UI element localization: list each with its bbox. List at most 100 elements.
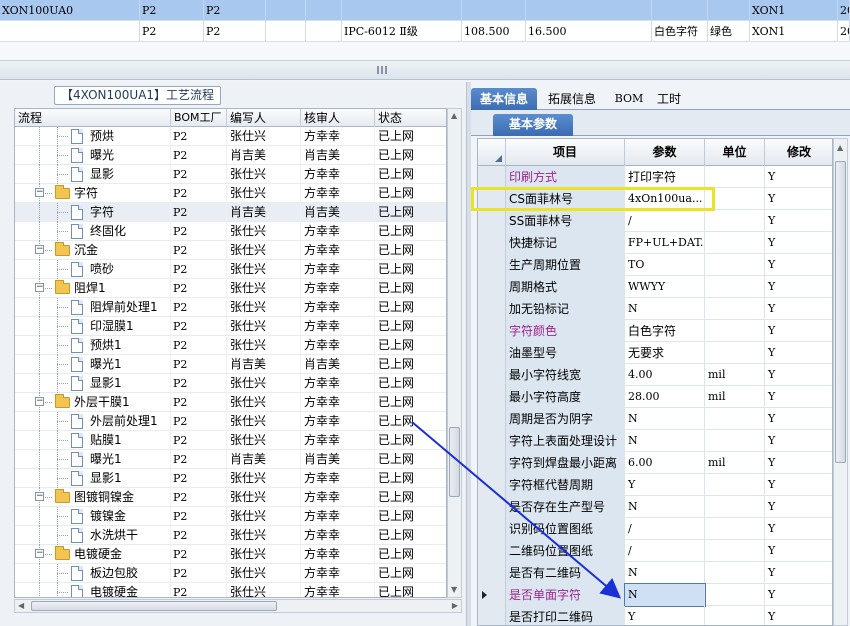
expand-toggle-icon[interactable]: − — [35, 549, 44, 558]
scroll-up-icon[interactable]: ▲ — [451, 111, 457, 121]
tree-row[interactable]: 水洗烘干 P2 张仕兴 方幸幸 已上网 — [15, 526, 446, 545]
tree-row[interactable]: 阻焊前处理1 P2 张仕兴 方幸幸 已上网 — [15, 298, 446, 317]
scroll-thumb[interactable] — [449, 427, 460, 497]
tree-col-header[interactable]: 状态 — [375, 109, 446, 127]
row-indicator[interactable] — [478, 430, 506, 452]
tree-col-header[interactable]: 核审人 — [301, 109, 375, 127]
subtab-basic-params[interactable]: 基本参数 — [493, 114, 573, 136]
param-modify[interactable]: Y — [765, 232, 832, 254]
param-value[interactable]: 白色字符 — [625, 320, 705, 342]
tree-col-header[interactable]: 编写人 — [227, 109, 301, 127]
tree-row[interactable]: 喷砂 P2 张仕兴 方幸幸 已上网 — [15, 260, 446, 279]
tree-row[interactable]: 预烘 P2 张仕兴 方幸幸 已上网 — [15, 127, 446, 146]
param-value[interactable]: FP+UL+DAT... — [625, 232, 705, 254]
param-value[interactable]: WWYY — [625, 276, 705, 298]
params-row[interactable]: 识别码位置图纸 / Y — [478, 518, 832, 540]
row-indicator[interactable] — [478, 540, 506, 562]
tree-row[interactable]: 显影1 P2 张仕兴 方幸幸 已上网 — [15, 469, 446, 488]
top-row[interactable]: XON100UA0P2P2XON120 — [0, 0, 850, 21]
param-value[interactable]: / — [625, 540, 705, 562]
param-modify[interactable]: Y — [765, 254, 832, 276]
scroll-down-icon[interactable]: ▼ — [451, 585, 457, 595]
param-value[interactable]: / — [625, 518, 705, 540]
params-vertical-scrollbar[interactable]: ▲ — [833, 138, 848, 626]
tree-row[interactable]: 电镀硬金 P2 张仕兴 方幸幸 已上网 — [15, 583, 446, 597]
params-row[interactable]: 生产周期位置 TO Y — [478, 254, 832, 276]
param-modify[interactable]: Y — [765, 386, 832, 408]
param-modify[interactable]: Y — [765, 320, 832, 342]
tab-basic-info[interactable]: 基本信息 — [471, 88, 537, 110]
row-indicator[interactable] — [478, 496, 506, 518]
tree-row[interactable]: 预烘1 P2 张仕兴 方幸幸 已上网 — [15, 336, 446, 355]
expand-toggle-icon[interactable]: − — [35, 188, 44, 197]
expand-toggle-icon[interactable]: − — [35, 397, 44, 406]
param-modify[interactable]: Y — [765, 408, 832, 430]
tree-col-header[interactable]: 流程 — [15, 109, 171, 127]
scroll-thumb[interactable] — [835, 161, 846, 463]
scroll-left-icon[interactable]: ◀ — [18, 601, 24, 611]
param-value[interactable]: N — [625, 408, 705, 430]
param-value[interactable]: N — [624, 583, 706, 607]
top-row[interactable]: P2P2 IPC-6012 Ⅱ级108.50016.500白色字符绿色XON120 — [0, 21, 850, 42]
params-row[interactable]: 油墨型号 无要求 Y — [478, 342, 832, 364]
tree-row[interactable]: 曝光1 P2 肖吉美 肖吉美 已上网 — [15, 355, 446, 374]
params-row[interactable]: 是否存在生产型号 N Y — [478, 496, 832, 518]
param-modify[interactable]: Y — [765, 562, 832, 584]
tab-bom[interactable]: BOM — [609, 88, 649, 110]
param-modify[interactable]: Y — [765, 474, 832, 496]
params-row[interactable]: 字符颜色 白色字符 Y — [478, 320, 832, 342]
param-modify[interactable]: Y — [765, 342, 832, 364]
tree-row[interactable]: 外层前处理1 P2 张仕兴 方幸幸 已上网 — [15, 412, 446, 431]
params-row[interactable]: 最小字符线宽 4.00 mil Y — [478, 364, 832, 386]
param-value[interactable]: 28.00 — [625, 386, 705, 408]
tree-row[interactable]: 印湿膜1 P2 张仕兴 方幸幸 已上网 — [15, 317, 446, 336]
param-value[interactable]: 4.00 — [625, 364, 705, 386]
row-indicator[interactable] — [478, 606, 506, 625]
row-indicator[interactable] — [478, 298, 506, 320]
params-row[interactable]: 字符上表面处理设计 N Y — [478, 430, 832, 452]
tree-row[interactable]: 终固化 P2 张仕兴 方幸幸 已上网 — [15, 222, 446, 241]
params-row[interactable]: 二维码位置图纸 / Y — [478, 540, 832, 562]
tree-row[interactable]: 曝光 P2 肖吉美 肖吉美 已上网 — [15, 146, 446, 165]
tree-row[interactable]: − 图镀铜镍金 P2 张仕兴 方幸幸 已上网 — [15, 488, 446, 507]
tree-row[interactable]: 字符 P2 肖吉美 肖吉美 已上网 — [15, 203, 446, 222]
scroll-thumb[interactable] — [31, 601, 277, 611]
tree-row[interactable]: − 外层干膜1 P2 张仕兴 方幸幸 已上网 — [15, 393, 446, 412]
tree-row[interactable]: 显影1 P2 张仕兴 方幸幸 已上网 — [15, 374, 446, 393]
tree-row[interactable]: 显影 P2 张仕兴 方幸幸 已上网 — [15, 165, 446, 184]
param-modify[interactable]: Y — [765, 496, 832, 518]
row-indicator[interactable] — [478, 518, 506, 540]
row-indicator[interactable] — [478, 452, 506, 474]
tab-extended-info[interactable]: 拓展信息 — [539, 88, 605, 110]
row-indicator[interactable] — [478, 320, 506, 342]
params-row[interactable]: 是否单面字符 N Y — [478, 583, 832, 607]
param-modify[interactable]: Y — [765, 210, 832, 232]
param-value[interactable]: TO — [625, 254, 705, 276]
param-modify[interactable]: Y — [765, 540, 832, 562]
row-indicator[interactable] — [478, 276, 506, 298]
param-modify[interactable]: Y — [765, 452, 832, 474]
params-row[interactable]: 印刷方式 打印字符 Y — [478, 166, 832, 188]
params-row[interactable]: 是否打印二维码 Y Y — [478, 606, 832, 625]
param-value[interactable]: N — [625, 298, 705, 320]
params-row[interactable]: 是否有二维码 N Y — [478, 562, 832, 584]
tree-row[interactable]: 贴膜1 P2 张仕兴 方幸幸 已上网 — [15, 431, 446, 450]
param-value[interactable]: N — [625, 430, 705, 452]
param-value[interactable]: Y — [625, 606, 705, 625]
row-indicator[interactable] — [478, 232, 506, 254]
param-value[interactable]: / — [625, 210, 705, 232]
row-indicator[interactable] — [478, 474, 506, 496]
param-value[interactable]: 6.00 — [625, 452, 705, 474]
param-modify[interactable]: Y — [765, 606, 832, 625]
param-modify[interactable]: Y — [765, 364, 832, 386]
params-row[interactable]: 字符框代替周期 Y Y — [478, 474, 832, 496]
param-modify[interactable]: Y — [765, 188, 832, 210]
params-col-header[interactable]: 项目 — [506, 139, 625, 166]
tree-row[interactable]: − 字符 P2 张仕兴 方幸幸 已上网 — [15, 184, 446, 203]
scroll-up-icon[interactable]: ▲ — [837, 143, 843, 153]
param-modify[interactable]: Y — [765, 430, 832, 452]
row-indicator[interactable] — [478, 342, 506, 364]
params-col-header[interactable]: 修改 — [765, 139, 832, 166]
tree-row[interactable]: − 阻焊1 P2 张仕兴 方幸幸 已上网 — [15, 279, 446, 298]
tab-work-hours[interactable]: 工时 — [649, 88, 689, 110]
